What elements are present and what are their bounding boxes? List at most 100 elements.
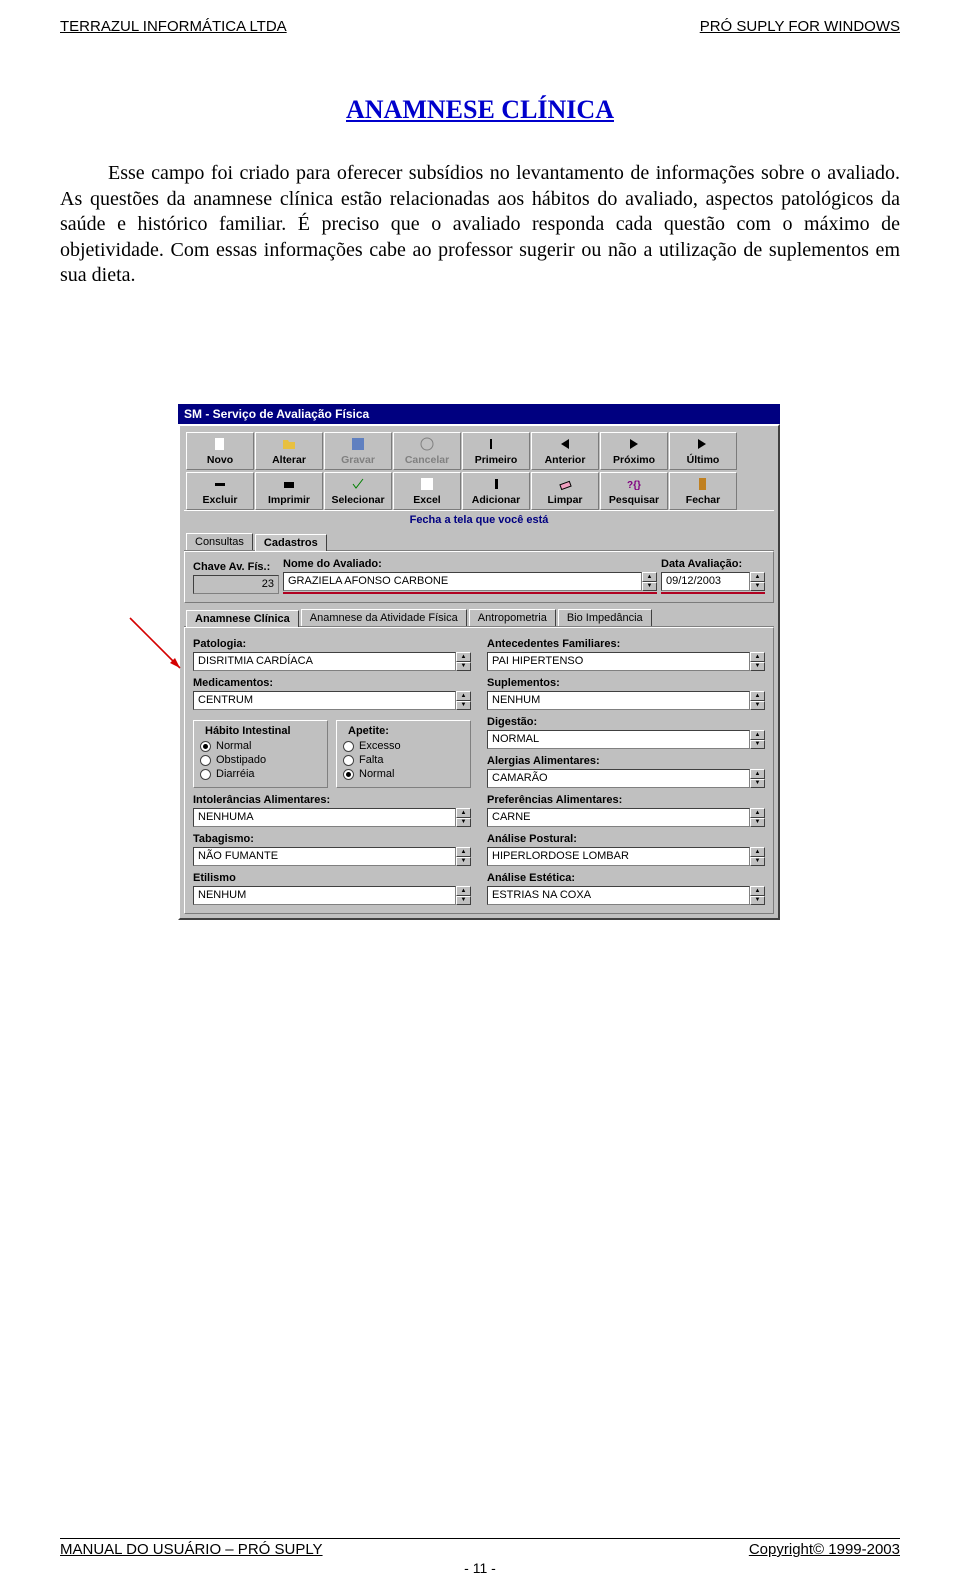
toolbar-button-label: Pesquisar [609,494,659,506]
tabagismo-stepper[interactable]: ▲▼ [456,847,471,866]
toolbar-button-label: Gravar [341,454,375,466]
chave-field: 23 [193,575,279,594]
toolbar-pesquisar-button[interactable]: ?{}Pesquisar [600,472,668,510]
intoler-stepper[interactable]: ▲▼ [456,808,471,827]
toolbar-adicionar-button[interactable]: Adicionar [462,472,530,510]
tab-consultas[interactable]: Consultas [186,533,253,550]
disk-icon [325,435,391,453]
toolbar-button-label: Anterior [545,454,586,466]
toolbar-último-button[interactable]: Último [669,432,737,470]
medicamentos-stepper[interactable]: ▲▼ [456,691,471,710]
eraser-icon [532,475,598,493]
nome-stepper[interactable]: ▲▼ [642,572,657,591]
toolbar-button-label: Alterar [272,454,306,466]
nome-field[interactable]: GRAZIELA AFONSO CARBONE [283,572,642,591]
toolbar-imprimir-button[interactable]: Imprimir [255,472,323,510]
toolbar-button-label: Excluir [202,494,237,506]
tab-anamnese-da-atividade-física[interactable]: Anamnese da Atividade Física [301,609,467,626]
patologia-label: Patologia: [193,638,471,650]
apetite-option[interactable]: Normal [343,767,464,781]
alergias-label: Alergias Alimentares: [487,755,765,767]
app-window: SM - Serviço de Avaliação Física Novo Alt… [178,404,780,920]
toolbar-button-label: Imprimir [268,494,310,506]
habito-option[interactable]: Diarréia [200,767,321,781]
toolbar-primeiro-button[interactable]: Primeiro [462,432,530,470]
plus-icon [463,475,529,493]
radio-icon [200,755,211,766]
digestao-stepper[interactable]: ▲▼ [750,730,765,749]
patologia-stepper[interactable]: ▲▼ [456,652,471,671]
habito-option[interactable]: Obstipado [200,753,321,767]
chave-label: Chave Av. Fís.: [193,561,279,573]
toolbar-novo-button[interactable]: Novo [186,432,254,470]
radio-icon [200,769,211,780]
digestao-field[interactable]: NORMAL [487,730,750,749]
etilismo-stepper[interactable]: ▲▼ [456,886,471,905]
toolbar-limpar-button[interactable]: Limpar [531,472,599,510]
toolbar-alterar-button[interactable]: Alterar [255,432,323,470]
tab-anamnese-clínica[interactable]: Anamnese Clínica [186,610,299,627]
toolbar-button-label: Novo [207,454,233,466]
apetite-option-label: Normal [359,768,394,780]
toolbar-button-label: Primeiro [475,454,518,466]
footer-left: MANUAL DO USUÁRIO – PRÓ SUPLY [60,1541,323,1558]
record-header-panel: Chave Av. Fís.: 23 Nome do Avaliado: GRA… [184,551,774,603]
file-icon [187,435,253,453]
apetite-option[interactable]: Excesso [343,739,464,753]
toolbar-excluir-button[interactable]: Excluir [186,472,254,510]
estetica-label: Análise Estética: [487,872,765,884]
habito-option-label: Obstipado [216,754,266,766]
antecedentes-stepper[interactable]: ▲▼ [750,652,765,671]
postural-field[interactable]: HIPERLORDOSE LOMBAR [487,847,750,866]
toolbar-button-label: Fechar [686,494,720,506]
antecedentes-label: Antecedentes Familiares: [487,638,765,650]
footer-right: Copyright© 1999-2003 [749,1541,900,1558]
window-titlebar: SM - Serviço de Avaliação Física [178,404,780,424]
minus-icon [187,475,253,493]
alergias-stepper[interactable]: ▲▼ [750,769,765,788]
toolbar-anterior-button[interactable]: Anterior [531,432,599,470]
header-right: PRÓ SUPLY FOR WINDOWS [700,18,900,35]
radio-icon [343,769,354,780]
habito-option[interactable]: Normal [200,739,321,753]
suplementos-stepper[interactable]: ▲▼ [750,691,765,710]
tabagismo-field[interactable]: NÃO FUMANTE [193,847,456,866]
prefer-stepper[interactable]: ▲▼ [750,808,765,827]
tab-antropometria[interactable]: Antropometria [469,609,556,626]
toolbar-excel-button[interactable]: XExcel [393,472,461,510]
habito-option-label: Normal [216,740,251,752]
toolbar-selecionar-button[interactable]: Selecionar [324,472,392,510]
tab-bio-impedância[interactable]: Bio Impedância [558,609,652,626]
apetite-option-label: Excesso [359,740,401,752]
etilismo-field[interactable]: NENHUM [193,886,456,905]
estetica-stepper[interactable]: ▲▼ [750,886,765,905]
prefer-field[interactable]: CARNE [487,808,750,827]
habito-legend: Hábito Intestinal [202,725,294,737]
radio-icon [200,741,211,752]
estetica-field[interactable]: ESTRIAS NA COXA [487,886,750,905]
folder-icon [256,435,322,453]
data-stepper[interactable]: ▲▼ [750,572,765,591]
habito-option-label: Diarréia [216,768,255,780]
toolbar-próximo-button[interactable]: Próximo [600,432,668,470]
toolbar-button-label: Próximo [613,454,655,466]
patologia-field[interactable]: DISRITMIA CARDÍACA [193,652,456,671]
toolbar-cancelar-button: Cancelar [393,432,461,470]
toolbar-fechar-button[interactable]: Fechar [669,472,737,510]
apetite-option[interactable]: Falta [343,753,464,767]
data-field[interactable]: 09/12/2003 [661,572,750,591]
tab-cadastros[interactable]: Cadastros [255,534,327,551]
excel-icon: X [394,475,460,493]
search-icon: ?{} [601,475,667,493]
alergias-field[interactable]: CAMARÃO [487,769,750,788]
medicamentos-field[interactable]: CENTRUM [193,691,456,710]
antecedentes-field[interactable]: PAI HIPERTENSO [487,652,750,671]
toolbar-button-label: Excel [413,494,440,506]
radio-icon [343,741,354,752]
intoler-field[interactable]: NENHUMA [193,808,456,827]
suplementos-field[interactable]: NENHUM [487,691,750,710]
radio-icon [343,755,354,766]
postural-stepper[interactable]: ▲▼ [750,847,765,866]
suplementos-label: Suplementos: [487,677,765,689]
medicamentos-label: Medicamentos: [193,677,471,689]
